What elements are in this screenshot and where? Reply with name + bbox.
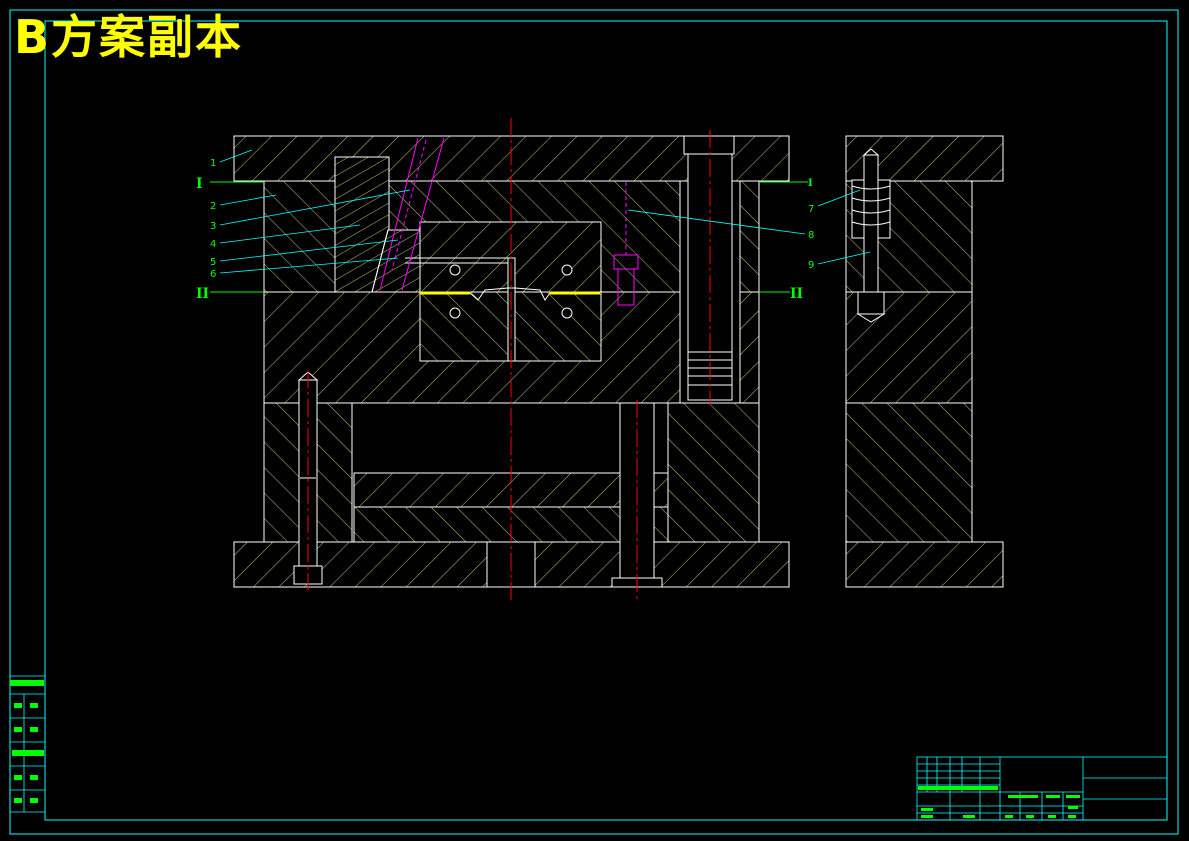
outer-border bbox=[9, 9, 1179, 835]
part-label-9: 9 bbox=[808, 260, 814, 271]
part-label-2: 2 bbox=[210, 201, 216, 212]
part-label-5: 5 bbox=[210, 257, 216, 268]
left-info-marks bbox=[10, 680, 44, 803]
side-view bbox=[845, 135, 1004, 588]
mold-assembly-drawing: 1 2 3 4 5 6 7 8 9 I I II II bbox=[9, 9, 1179, 835]
section-mark-ii-left: II bbox=[196, 286, 209, 302]
left-info-column bbox=[10, 675, 45, 813]
part-label-8: 8 bbox=[808, 230, 814, 241]
part-label-4: 4 bbox=[210, 239, 216, 250]
part-label-3: 3 bbox=[210, 221, 216, 232]
part-label-6: 6 bbox=[210, 269, 216, 280]
section-mark-i-left: I bbox=[196, 176, 203, 192]
watermark-title: B方案副本 bbox=[14, 10, 244, 64]
part-label-1: 1 bbox=[210, 158, 216, 169]
section-mark-i-right: I bbox=[808, 178, 813, 189]
side-bolt bbox=[863, 154, 879, 316]
spacer-block-right bbox=[667, 402, 760, 543]
section-mark-ii-right: II bbox=[790, 286, 803, 302]
part-label-7: 7 bbox=[808, 204, 814, 215]
